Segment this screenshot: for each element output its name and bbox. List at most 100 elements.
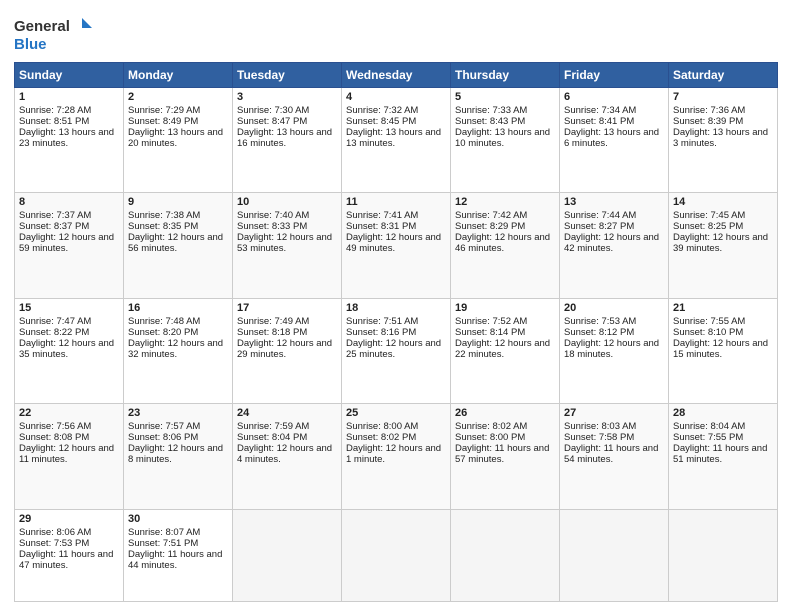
sunrise: Sunrise: 7:38 AM bbox=[128, 210, 200, 221]
day-cell: 9Sunrise: 7:38 AMSunset: 8:35 PMDaylight… bbox=[124, 193, 233, 298]
day-cell bbox=[342, 509, 451, 601]
day-cell bbox=[451, 509, 560, 601]
calendar-table: SundayMondayTuesdayWednesdayThursdayFrid… bbox=[14, 62, 778, 602]
daylight: Daylight: 12 hours and 46 minutes. bbox=[455, 232, 550, 254]
sunset: Sunset: 7:51 PM bbox=[128, 538, 198, 549]
day-number: 21 bbox=[673, 302, 773, 314]
logo: General Blue bbox=[14, 14, 94, 54]
day-cell: 8Sunrise: 7:37 AMSunset: 8:37 PMDaylight… bbox=[15, 193, 124, 298]
day-number: 24 bbox=[237, 407, 337, 419]
daylight: Daylight: 11 hours and 47 minutes. bbox=[19, 549, 113, 571]
day-cell: 2Sunrise: 7:29 AMSunset: 8:49 PMDaylight… bbox=[124, 88, 233, 193]
day-number: 29 bbox=[19, 513, 119, 525]
daylight: Daylight: 12 hours and 56 minutes. bbox=[128, 232, 223, 254]
daylight: Daylight: 12 hours and 53 minutes. bbox=[237, 232, 332, 254]
daylight: Daylight: 12 hours and 15 minutes. bbox=[673, 338, 768, 360]
week-row-2: 8Sunrise: 7:37 AMSunset: 8:37 PMDaylight… bbox=[15, 193, 778, 298]
day-number: 6 bbox=[564, 91, 664, 103]
day-number: 10 bbox=[237, 196, 337, 208]
day-cell: 6Sunrise: 7:34 AMSunset: 8:41 PMDaylight… bbox=[560, 88, 669, 193]
daylight: Daylight: 12 hours and 11 minutes. bbox=[19, 443, 114, 465]
sunset: Sunset: 8:06 PM bbox=[128, 432, 198, 443]
daylight: Daylight: 12 hours and 8 minutes. bbox=[128, 443, 223, 465]
daylight: Daylight: 12 hours and 1 minute. bbox=[346, 443, 441, 465]
sunset: Sunset: 8:43 PM bbox=[455, 116, 525, 127]
daylight: Daylight: 12 hours and 32 minutes. bbox=[128, 338, 223, 360]
day-cell bbox=[669, 509, 778, 601]
header-cell-monday: Monday bbox=[124, 63, 233, 88]
day-number: 20 bbox=[564, 302, 664, 314]
sunset: Sunset: 8:12 PM bbox=[564, 327, 634, 338]
daylight: Daylight: 13 hours and 10 minutes. bbox=[455, 127, 550, 149]
sunset: Sunset: 8:14 PM bbox=[455, 327, 525, 338]
day-cell: 21Sunrise: 7:55 AMSunset: 8:10 PMDayligh… bbox=[669, 298, 778, 403]
day-number: 1 bbox=[19, 91, 119, 103]
sunrise: Sunrise: 7:52 AM bbox=[455, 316, 527, 327]
day-number: 30 bbox=[128, 513, 228, 525]
day-number: 14 bbox=[673, 196, 773, 208]
sunrise: Sunrise: 7:44 AM bbox=[564, 210, 636, 221]
daylight: Daylight: 11 hours and 54 minutes. bbox=[564, 443, 658, 465]
day-cell: 11 Sunrise: 7:41 AMSunset: 8:31 PMDayligh… bbox=[342, 193, 451, 298]
daylight: Daylight: 12 hours and 22 minutes. bbox=[455, 338, 550, 360]
sunset: Sunset: 8:02 PM bbox=[346, 432, 416, 443]
week-row-1: 1Sunrise: 7:28 AMSunset: 8:51 PMDaylight… bbox=[15, 88, 778, 193]
sunset: Sunset: 8:27 PM bbox=[564, 221, 634, 232]
daylight: Daylight: 12 hours and 29 minutes. bbox=[237, 338, 332, 360]
sunrise: Sunrise: 7:51 AM bbox=[346, 316, 418, 327]
sunrise: Sunrise: 7:37 AM bbox=[19, 210, 91, 221]
sunset: Sunset: 8:22 PM bbox=[19, 327, 89, 338]
header-cell-wednesday: Wednesday bbox=[342, 63, 451, 88]
day-number: 12 bbox=[455, 196, 555, 208]
week-row-4: 22Sunrise: 7:56 AMSunset: 8:08 PMDayligh… bbox=[15, 404, 778, 509]
sunset: Sunset: 8:29 PM bbox=[455, 221, 525, 232]
daylight: Daylight: 11 hours and 44 minutes. bbox=[128, 549, 222, 571]
daylight: Daylight: 12 hours and 25 minutes. bbox=[346, 338, 441, 360]
header-cell-sunday: Sunday bbox=[15, 63, 124, 88]
sunset: Sunset: 8:31 PM bbox=[346, 221, 416, 232]
daylight: Daylight: 12 hours and 49 minutes. bbox=[346, 232, 441, 254]
day-cell: 5Sunrise: 7:33 AMSunset: 8:43 PMDaylight… bbox=[451, 88, 560, 193]
day-number: 13 bbox=[564, 196, 664, 208]
daylight: Daylight: 12 hours and 35 minutes. bbox=[19, 338, 114, 360]
day-cell: 1Sunrise: 7:28 AMSunset: 8:51 PMDaylight… bbox=[15, 88, 124, 193]
sunset: Sunset: 7:53 PM bbox=[19, 538, 89, 549]
sunrise: Sunrise: 7:59 AM bbox=[237, 421, 309, 432]
header-cell-tuesday: Tuesday bbox=[233, 63, 342, 88]
sunrise: Sunrise: 7:41 AM bbox=[346, 210, 418, 221]
daylight: Daylight: 13 hours and 13 minutes. bbox=[346, 127, 441, 149]
sunrise: Sunrise: 7:53 AM bbox=[564, 316, 636, 327]
daylight: Daylight: 12 hours and 18 minutes. bbox=[564, 338, 659, 360]
day-cell: 10Sunrise: 7:40 AMSunset: 8:33 PMDayligh… bbox=[233, 193, 342, 298]
sunrise: Sunrise: 7:56 AM bbox=[19, 421, 91, 432]
sunset: Sunset: 8:45 PM bbox=[346, 116, 416, 127]
day-number: 11 bbox=[346, 196, 446, 208]
day-cell bbox=[233, 509, 342, 601]
sunset: Sunset: 8:16 PM bbox=[346, 327, 416, 338]
logo-svg: General Blue bbox=[14, 14, 94, 54]
sunset: Sunset: 8:33 PM bbox=[237, 221, 307, 232]
day-number: 25 bbox=[346, 407, 446, 419]
daylight: Daylight: 13 hours and 16 minutes. bbox=[237, 127, 332, 149]
day-number: 22 bbox=[19, 407, 119, 419]
day-cell: 30Sunrise: 8:07 AMSunset: 7:51 PMDayligh… bbox=[124, 509, 233, 601]
week-row-5: 29Sunrise: 8:06 AMSunset: 7:53 PMDayligh… bbox=[15, 509, 778, 601]
day-cell: 4Sunrise: 7:32 AMSunset: 8:45 PMDaylight… bbox=[342, 88, 451, 193]
day-number: 9 bbox=[128, 196, 228, 208]
sunrise: Sunrise: 7:45 AM bbox=[673, 210, 745, 221]
day-number: 27 bbox=[564, 407, 664, 419]
day-number: 23 bbox=[128, 407, 228, 419]
sunrise: Sunrise: 8:04 AM bbox=[673, 421, 745, 432]
daylight: Daylight: 13 hours and 23 minutes. bbox=[19, 127, 114, 149]
sunrise: Sunrise: 8:02 AM bbox=[455, 421, 527, 432]
day-cell: 27Sunrise: 8:03 AMSunset: 7:58 PMDayligh… bbox=[560, 404, 669, 509]
sunrise: Sunrise: 7:28 AM bbox=[19, 105, 91, 116]
day-number: 16 bbox=[128, 302, 228, 314]
day-cell: 23Sunrise: 7:57 AMSunset: 8:06 PMDayligh… bbox=[124, 404, 233, 509]
day-cell: 26Sunrise: 8:02 AMSunset: 8:00 PMDayligh… bbox=[451, 404, 560, 509]
sunset: Sunset: 8:04 PM bbox=[237, 432, 307, 443]
sunset: Sunset: 7:58 PM bbox=[564, 432, 634, 443]
sunrise: Sunrise: 7:48 AM bbox=[128, 316, 200, 327]
day-cell: 17Sunrise: 7:49 AMSunset: 8:18 PMDayligh… bbox=[233, 298, 342, 403]
header-cell-saturday: Saturday bbox=[669, 63, 778, 88]
